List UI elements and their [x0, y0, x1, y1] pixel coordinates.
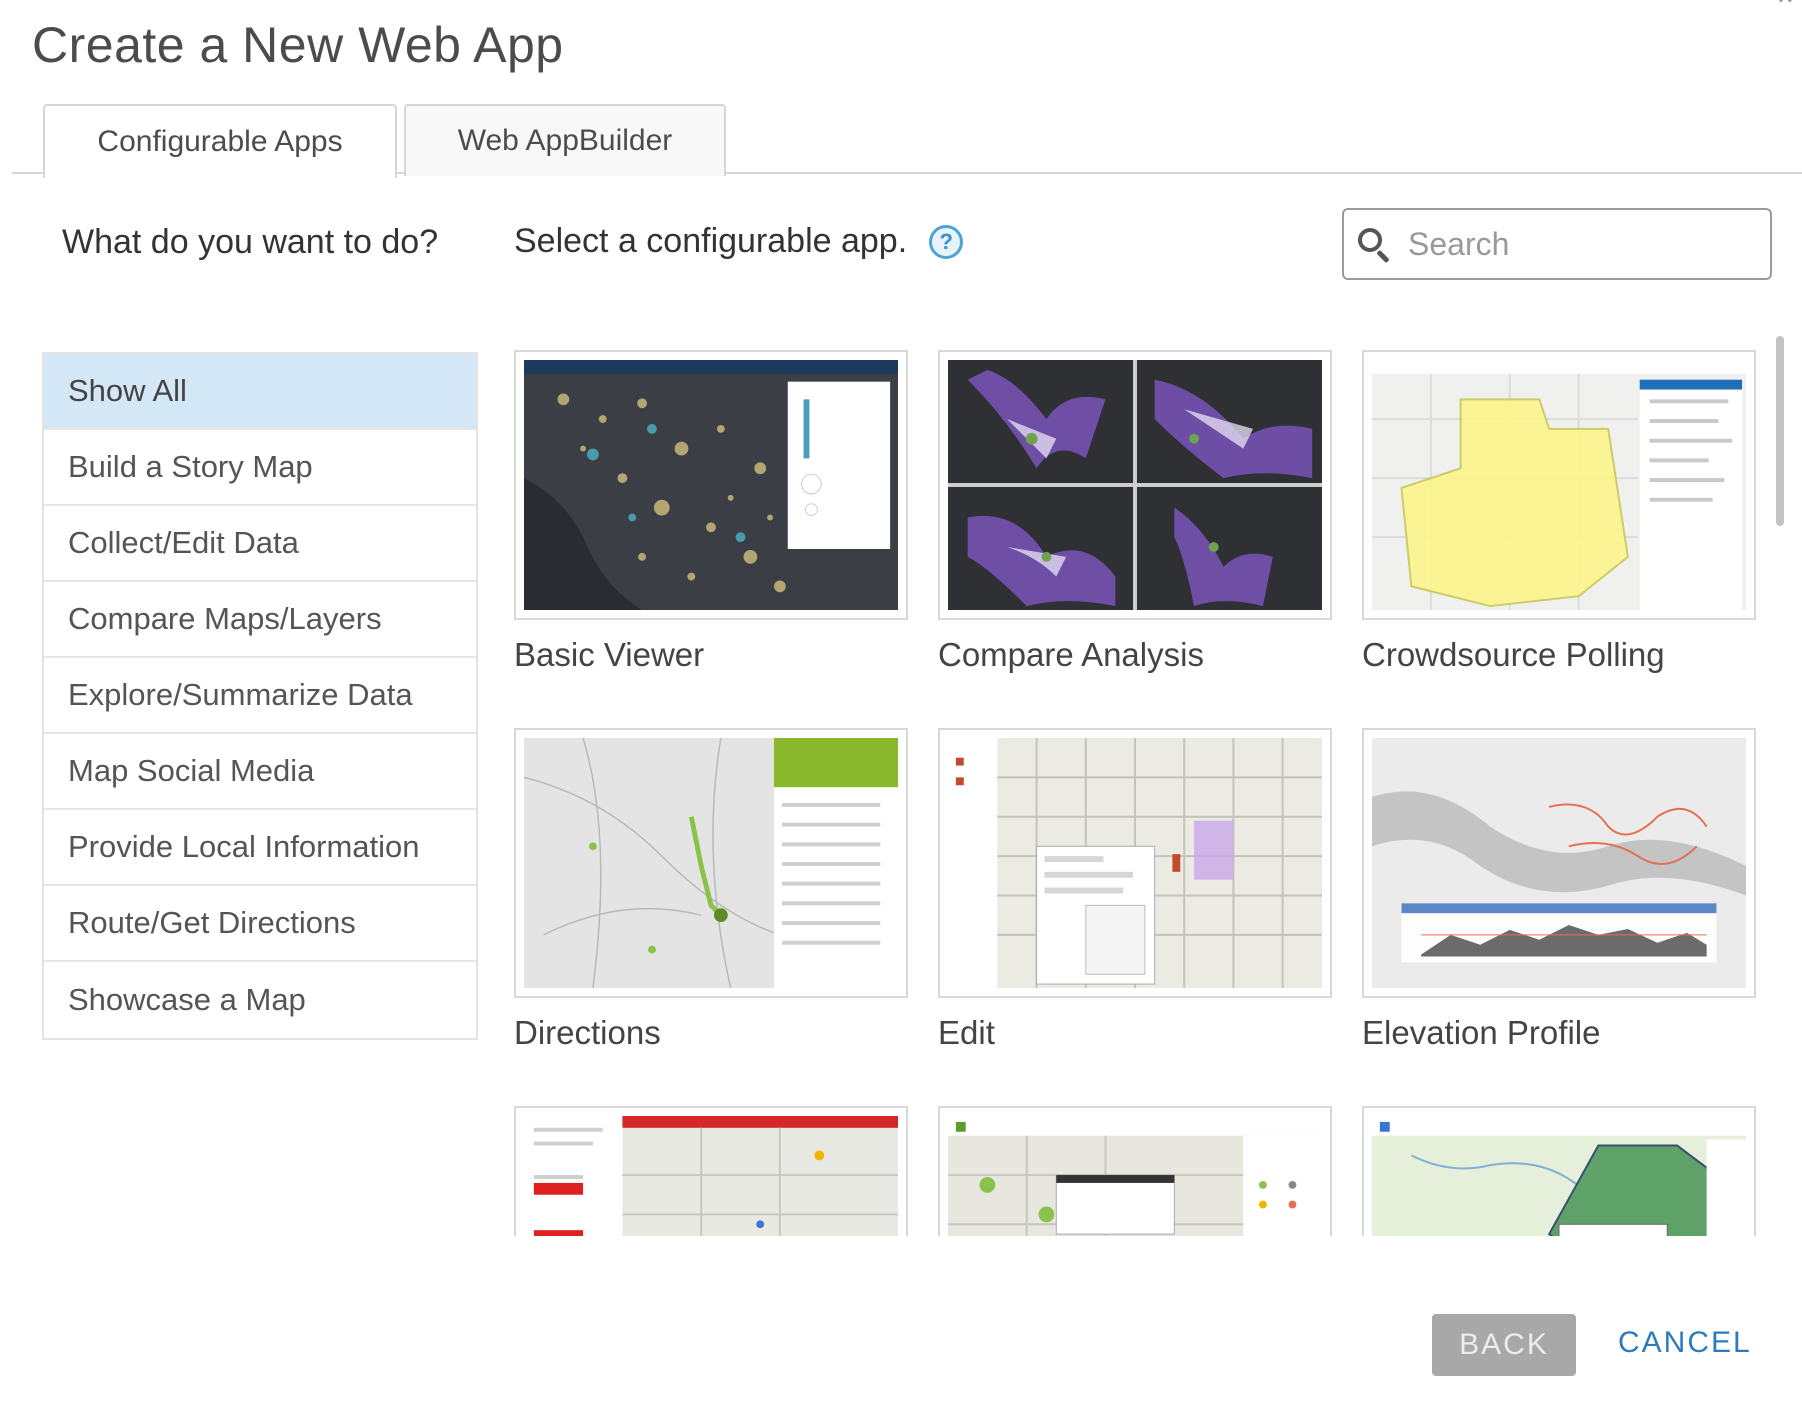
app-card-crowdsource-polling[interactable]: Crowdsource Polling [1362, 350, 1756, 674]
app-card-row3-3[interactable] [1362, 1106, 1756, 1236]
app-card-row3-1[interactable] [514, 1106, 908, 1236]
search-icon [1356, 226, 1392, 264]
category-heading: What do you want to do? [62, 223, 439, 261]
category-build-story-map[interactable]: Build a Story Map [44, 430, 476, 506]
instruction: Select a configurable app. ? [514, 222, 964, 261]
cancel-button[interactable]: CANCEL [1618, 1326, 1752, 1360]
app-thumbnail[interactable] [1362, 350, 1756, 620]
gallery-scrollbar[interactable] [1776, 336, 1784, 526]
shelters-preview [948, 1116, 1322, 1236]
category-explore-summarize-data[interactable]: Explore/Summarize Data [44, 658, 476, 734]
app-name: Edit [938, 1014, 995, 1051]
app-card-compare-analysis[interactable]: Compare Analysis [938, 350, 1332, 674]
search-box[interactable] [1342, 208, 1772, 280]
app-card-elevation-profile[interactable]: Elevation Profile [1362, 728, 1756, 1052]
category-collect-edit-data[interactable]: Collect/Edit Data [44, 506, 476, 582]
category-provide-local-information[interactable]: Provide Local Information [44, 810, 476, 886]
app-name: Crowdsource Polling [1362, 636, 1665, 673]
app-card-directions[interactable]: Directions [514, 728, 908, 1052]
category-route-get-directions[interactable]: Route/Get Directions [44, 886, 476, 962]
app-card-edit[interactable]: Edit [938, 728, 1332, 1052]
app-card-row3-2[interactable] [938, 1106, 1332, 1236]
app-thumbnail[interactable] [514, 728, 908, 998]
tab-configurable-apps[interactable]: Configurable Apps [43, 104, 397, 178]
tab-bar: Configurable Apps Web AppBuilder [12, 104, 1802, 178]
crowdsource-polling-preview [1372, 360, 1746, 610]
app-thumbnail[interactable] [938, 1106, 1332, 1236]
tab-web-appbuilder[interactable]: Web AppBuilder [404, 104, 726, 176]
back-button[interactable]: BACK [1432, 1314, 1576, 1376]
edit-preview [948, 738, 1322, 988]
app-name: Compare Analysis [938, 636, 1204, 673]
directions-preview [524, 738, 898, 988]
app-thumbnail[interactable] [938, 350, 1332, 620]
app-name: Basic Viewer [514, 636, 705, 673]
category-map-social-media[interactable]: Map Social Media [44, 734, 476, 810]
category-show-all[interactable]: Show All [44, 354, 476, 430]
elevation-profile-preview [1372, 738, 1746, 988]
dialog-title: Create a New Web App [32, 17, 564, 73]
app-name: Elevation Profile [1362, 1014, 1601, 1051]
question-circle-icon[interactable]: ? [929, 224, 964, 259]
app-thumbnail[interactable] [1362, 1106, 1756, 1236]
app-name: Directions [514, 1014, 661, 1051]
finder-preview [1372, 1116, 1746, 1236]
app-gallery: Basic Viewer Compare Analysis Crowdsourc… [514, 350, 1764, 1236]
app-thumbnail[interactable] [1362, 728, 1756, 998]
category-list: Show All Build a Story Map Collect/Edit … [42, 352, 478, 1040]
search-input[interactable] [1408, 225, 1748, 263]
category-showcase-map[interactable]: Showcase a Map [44, 962, 476, 1038]
app-thumbnail[interactable] [514, 350, 908, 620]
app-thumbnail[interactable] [938, 728, 1332, 998]
category-compare-maps-layers[interactable]: Compare Maps/Layers [44, 582, 476, 658]
compare-analysis-preview [948, 360, 1322, 610]
instruction-text: Select a configurable app. [514, 222, 908, 260]
basic-viewer-preview [524, 360, 898, 610]
close-icon[interactable]: ⌃ [1773, 0, 1798, 25]
emergency-vehicles-preview [524, 1116, 898, 1236]
app-card-basic-viewer[interactable]: Basic Viewer [514, 350, 908, 674]
app-thumbnail[interactable] [514, 1106, 908, 1236]
